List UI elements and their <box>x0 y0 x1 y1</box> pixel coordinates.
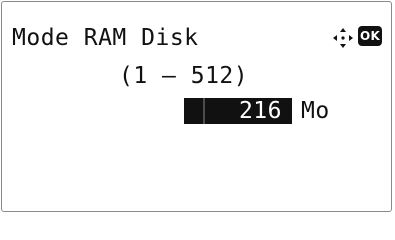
unit-label: Mo <box>301 98 330 124</box>
screen-title: Mode RAM Disk <box>12 25 199 51</box>
panel-display: Mode RAM Disk OK (1 – 512) 216 Mo <box>1 1 392 212</box>
navigation-arrows-icon <box>333 28 353 48</box>
value-range: (1 – 512) <box>119 63 249 89</box>
ok-key-icon[interactable]: OK <box>358 26 382 46</box>
input-cursor <box>203 98 205 124</box>
value-input[interactable]: 216 <box>184 98 292 124</box>
value-text: 216 <box>238 98 282 124</box>
